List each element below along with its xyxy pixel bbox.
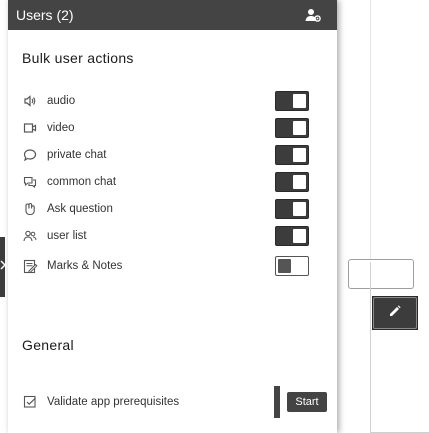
- panel-header: Users (2): [8, 0, 337, 30]
- toggle-knob: [293, 148, 306, 162]
- ask-question-toggle[interactable]: [275, 199, 309, 219]
- private-chat-icon: [22, 147, 38, 163]
- toggle-knob: [293, 121, 306, 135]
- video-icon: [22, 120, 38, 136]
- common-chat-toggle[interactable]: [275, 172, 309, 192]
- toggle-knob: [293, 229, 306, 243]
- background-content-box: [370, 262, 429, 433]
- edit-icon: [388, 304, 402, 322]
- user-list-toggle[interactable]: [275, 226, 309, 246]
- action-label: Marks & Notes: [47, 260, 123, 272]
- users-gear-icon[interactable]: [303, 5, 323, 25]
- bulk-actions-title: Bulk user actions: [22, 50, 134, 66]
- toggle-knob: [293, 175, 306, 189]
- video-toggle[interactable]: [275, 118, 309, 138]
- panel-title: Users (2): [16, 7, 74, 23]
- toggle-knob: [293, 202, 306, 216]
- toggle-knob: [278, 259, 291, 273]
- private-chat-toggle[interactable]: [275, 145, 309, 165]
- checklist-icon: [22, 394, 38, 410]
- action-label: private chat: [47, 149, 107, 161]
- marks-notes-toggle[interactable]: [275, 256, 309, 276]
- start-button[interactable]: Start: [287, 392, 327, 412]
- audio-icon: [22, 93, 38, 109]
- marks-notes-icon: [22, 258, 38, 274]
- action-label: Validate app prerequisites: [47, 396, 180, 408]
- toggle-knob: [293, 94, 306, 108]
- start-button-edge: [274, 386, 280, 418]
- user-list-icon: [22, 228, 38, 244]
- action-label: Ask question: [47, 203, 113, 215]
- users-panel: Users (2) Bulk user actions audio video …: [8, 0, 337, 433]
- action-label: video: [47, 122, 75, 134]
- ask-question-icon: [22, 201, 38, 217]
- action-label: user list: [47, 230, 87, 242]
- audio-toggle[interactable]: [275, 91, 309, 111]
- action-label: audio: [47, 95, 76, 107]
- general-title: General: [22, 337, 74, 353]
- common-chat-icon: [22, 174, 38, 190]
- action-label: common chat: [47, 176, 117, 188]
- chevron-right-icon: [0, 260, 7, 273]
- app-screen: Users (2) Bulk user actions audio video …: [0, 0, 429, 433]
- edit-button[interactable]: [372, 296, 418, 330]
